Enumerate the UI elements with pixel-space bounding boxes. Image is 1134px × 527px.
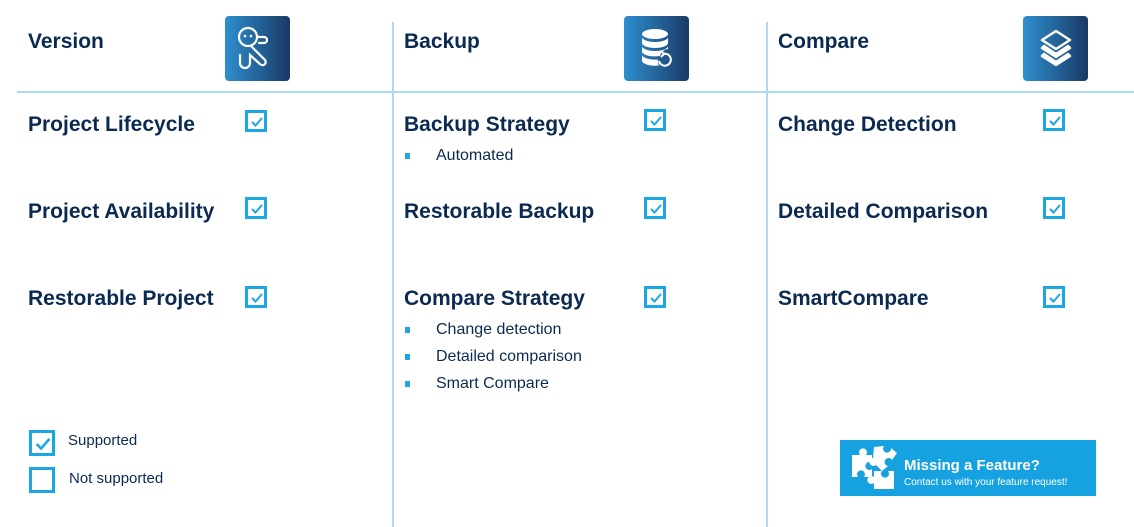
feature-label: Change Detection: [778, 113, 957, 136]
supported-checkbox-icon: [245, 197, 267, 219]
feature-label: Project Availability: [28, 200, 215, 223]
feature-detail-text: Change detection: [436, 321, 562, 338]
feature-details-list: Change detection Detailed comparison Sma…: [404, 316, 582, 397]
supported-checkbox-icon: [644, 109, 666, 131]
feature-label: Detailed Comparison: [778, 200, 989, 223]
octopus-logo-icon: [225, 16, 290, 81]
feature-detail-item: Change detection: [404, 316, 582, 343]
column-title-backup: Backup: [404, 30, 480, 53]
feature-detail-text: Detailed comparison: [436, 348, 582, 365]
feature-label: SmartCompare: [778, 287, 929, 310]
feature-detail-item: Detailed comparison: [404, 343, 582, 370]
bullet-icon: [405, 327, 410, 333]
legend-not-supported-checkbox-icon: [29, 467, 55, 493]
bullet-icon: [405, 153, 410, 159]
supported-checkbox-icon: [1043, 197, 1065, 219]
column-divider: [766, 22, 768, 527]
layers-icon: [1023, 16, 1088, 81]
legend-supported-label: Supported: [68, 432, 138, 449]
banner-title: Missing a Feature?: [904, 457, 1040, 474]
feature-detail-item: Smart Compare: [404, 370, 582, 397]
feature-label: Restorable Backup: [404, 200, 595, 223]
header-divider: [17, 91, 1134, 93]
supported-checkbox-icon: [644, 197, 666, 219]
feature-label: Backup Strategy: [404, 113, 570, 136]
feature-detail-text: Automated: [436, 147, 514, 164]
database-restore-icon: [624, 16, 689, 81]
supported-checkbox-icon: [1043, 286, 1065, 308]
puzzle-icon: [850, 445, 898, 496]
column-divider: [392, 22, 394, 527]
supported-checkbox-icon: [1043, 109, 1065, 131]
feature-request-banner[interactable]: Missing a Feature? Contact us with your …: [840, 440, 1096, 496]
column-title-version: Version: [28, 30, 104, 53]
feature-label: Compare Strategy: [404, 287, 585, 310]
supported-checkbox-icon: [245, 110, 267, 132]
legend-not-supported-label: Not supported: [69, 470, 164, 487]
feature-label: Project Lifecycle: [28, 113, 195, 136]
feature-label: Restorable Project: [28, 287, 214, 310]
legend-supported-checkbox-icon: [29, 430, 55, 456]
banner-subtitle: Contact us with your feature request!: [904, 477, 1068, 488]
supported-checkbox-icon: [245, 286, 267, 308]
supported-checkbox-icon: [644, 286, 666, 308]
feature-detail-text: Smart Compare: [436, 375, 549, 392]
column-title-compare: Compare: [778, 30, 870, 53]
bullet-icon: [405, 354, 410, 360]
feature-details-list: Automated: [404, 142, 513, 169]
bullet-icon: [405, 381, 410, 387]
feature-detail-item: Automated: [404, 142, 513, 169]
